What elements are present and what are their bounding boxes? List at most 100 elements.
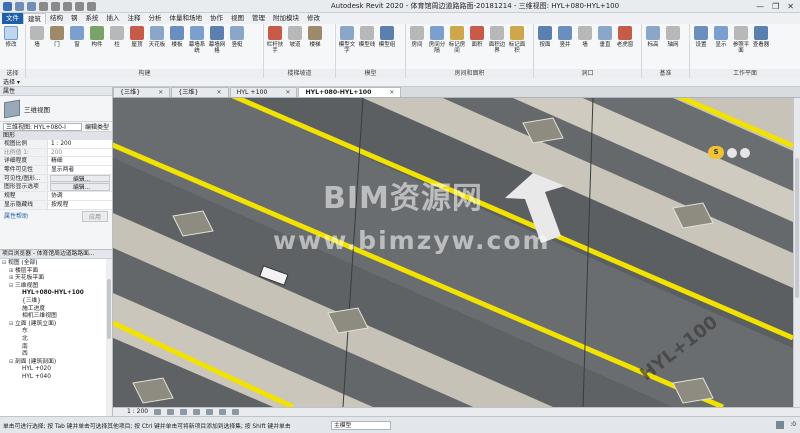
view-tab-active[interactable]: HYL+080-HYL+100 ✕ — [298, 87, 402, 98]
tab-insert[interactable]: 插入 — [103, 13, 124, 24]
instance-dropdown[interactable]: 三维视图: HYL+080-I — [3, 122, 82, 131]
view-scale[interactable]: 1 : 200 — [127, 408, 148, 416]
browser-tree-item[interactable]: 北 — [0, 336, 112, 344]
view-tab-3d-1[interactable]: {三维} ✕ — [113, 87, 171, 98]
close-icon[interactable]: ✕ — [217, 88, 222, 98]
browser-tree-item[interactable]: ⊟ 剖面 (建筑剖面) — [0, 359, 112, 367]
edit-type-button[interactable]: 编辑类型 — [85, 122, 109, 131]
close-icon[interactable]: ✕ — [285, 88, 290, 98]
property-row: 零件可见性 显示两者 — [0, 166, 112, 175]
visual-style-icon[interactable] — [167, 409, 175, 415]
text-icon[interactable] — [87, 1, 96, 11]
ceiling-icon — [150, 26, 164, 40]
room-separator-icon — [430, 26, 444, 40]
browser-tree-item[interactable]: HYL +040 — [0, 374, 112, 382]
view-tab-3d-2[interactable]: {三维} ✕ — [171, 87, 229, 98]
tab-architecture[interactable]: 建筑 — [23, 13, 46, 24]
view-scale-field[interactable]: 1 : 200 — [48, 140, 112, 148]
instance-selector-row: 三维视图: HYL+080-I 编辑类型 — [0, 122, 112, 132]
hidden-lines-field[interactable]: 按规程 — [48, 200, 112, 209]
browser-scroll-thumb[interactable] — [107, 279, 111, 339]
viewport-scroll-thumb[interactable] — [795, 158, 799, 298]
browser-tree-item[interactable]: ⊞ 天花板平面 — [0, 275, 112, 283]
tree-item-label: 施工进度 — [22, 305, 46, 312]
tab-systems[interactable]: 系统 — [82, 13, 103, 24]
undo-icon[interactable] — [39, 1, 48, 11]
browser-tree-item[interactable]: ⊟ 立面 (建筑立面) — [0, 321, 112, 329]
shadows-icon[interactable] — [193, 409, 201, 415]
revit-logo-icon[interactable] — [3, 1, 12, 11]
select-dropdown[interactable]: 选择 ▾ — [3, 79, 20, 86]
close-icon[interactable]: ✕ — [787, 2, 794, 11]
apply-button[interactable]: 应用 — [81, 210, 108, 222]
railing-icon — [268, 26, 282, 40]
orbit-icon[interactable] — [740, 147, 750, 158]
open-icon[interactable] — [15, 1, 24, 11]
browser-tree-item[interactable]: 南 — [0, 344, 112, 352]
crop-view-icon[interactable] — [219, 409, 227, 415]
roof-icon — [130, 26, 144, 40]
save-icon[interactable] — [27, 1, 36, 11]
graphic-display-edit-button[interactable]: 编辑... — [50, 183, 110, 192]
view-control-bar: 1 : 200 — [113, 407, 800, 416]
workset-dropdown[interactable]: 主模型 — [331, 420, 391, 430]
3d-viewport[interactable]: BIM资源网 www.bimzyw.com HYL+100 S — [113, 98, 793, 407]
browser-tree-item[interactable]: {三维} — [0, 298, 112, 306]
close-icon[interactable]: ✕ — [389, 88, 394, 98]
tab-annotate[interactable]: 注释 — [124, 13, 145, 24]
minimize-icon[interactable]: — — [756, 2, 764, 11]
tab-steel[interactable]: 钢 — [67, 13, 82, 24]
browser-tree-item[interactable]: HYL+080-HYL+100 — [0, 290, 112, 298]
properties-help-link[interactable]: 属性帮助 — [4, 211, 28, 222]
ribbon-group-room-area: 房间 房间分隔 标记房间 面积 面积边界 标记面积 房间和面积 — [406, 24, 534, 78]
tab-modify[interactable]: 修改 — [303, 13, 324, 24]
tree-item-label: 相机三维视图 — [22, 313, 57, 320]
tab-file[interactable]: 文件 — [2, 13, 23, 24]
zoom-icon[interactable] — [727, 147, 737, 158]
tab-collaborate[interactable]: 协作 — [206, 13, 227, 24]
filter-icon[interactable] — [776, 421, 785, 429]
browser-scrollbar[interactable] — [106, 259, 112, 416]
parts-visibility-field[interactable]: 显示两者 — [48, 166, 112, 174]
browser-tree-item[interactable]: ⊟ 三维视图 — [0, 283, 112, 291]
close-icon[interactable]: ✕ — [158, 88, 163, 98]
model-group-icon — [380, 26, 394, 40]
detail-level-field[interactable]: 精细 — [48, 157, 112, 166]
view-tab-hyl-100[interactable]: HYL +100 ✕ — [229, 87, 298, 98]
browser-tree-item[interactable]: 东 — [0, 328, 112, 336]
model-line-icon — [360, 26, 374, 40]
viewport-scrollbar[interactable] — [793, 98, 800, 407]
component-icon — [90, 26, 104, 40]
selection-filter-area: :0 — [776, 421, 800, 429]
type-selector[interactable]: 三维视图 — [0, 96, 112, 122]
browser-tree-item[interactable]: 相机三维视图 — [0, 313, 112, 321]
tab-view[interactable]: 视图 — [227, 13, 248, 24]
tree-item-label: 北 — [22, 335, 28, 342]
detail-level-icon[interactable] — [154, 409, 162, 415]
ribbon-group-model: 模型文字 模型线 模型组 模型 — [336, 24, 406, 78]
lock-view-icon[interactable] — [232, 409, 240, 415]
browser-tree-item[interactable]: ⊟ 视图 (全部) — [0, 260, 112, 268]
render-icon[interactable] — [206, 409, 214, 415]
by-face-icon — [538, 26, 552, 40]
vg-edit-button[interactable]: 编辑... — [50, 174, 110, 183]
tab-structure[interactable]: 结构 — [46, 13, 67, 24]
print-icon[interactable] — [63, 1, 72, 11]
tree-item-label: 三维视图 — [15, 282, 39, 289]
tab-analyze[interactable]: 分析 — [145, 13, 166, 24]
redo-icon[interactable] — [51, 1, 60, 11]
browser-tree-item[interactable]: HYL +020 — [0, 366, 112, 374]
properties-panel: 属性 三维视图 三维视图: HYL+080-I 编辑类型 图形 视图比例 1 : … — [0, 87, 113, 249]
tab-massing-site[interactable]: 体量和场地 — [166, 13, 207, 24]
sun-path-icon[interactable] — [180, 409, 188, 415]
steering-wheel-icon[interactable]: S — [708, 146, 724, 159]
project-browser: 项目浏览器 - 体育馆周边道路路面... ⊟ 视图 (全部) ⊞ 楼层平面 ⊞ 天花板平面… — [0, 249, 113, 416]
discipline-field[interactable]: 协调 — [48, 192, 112, 200]
options-bar: 选择 ▾ — [0, 78, 800, 87]
browser-tree-item[interactable]: 西 — [0, 351, 112, 359]
tab-addins[interactable]: 附加模块 — [269, 13, 303, 24]
stair-icon — [308, 26, 322, 40]
restore-icon[interactable]: ❐ — [772, 2, 779, 11]
tab-manage[interactable]: 管理 — [248, 13, 269, 24]
measure-icon[interactable] — [75, 1, 84, 11]
